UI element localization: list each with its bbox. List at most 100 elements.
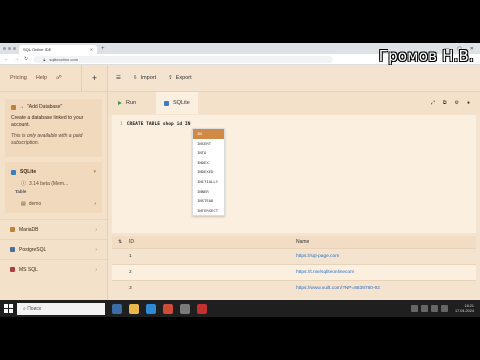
sort-icon[interactable]: ⇅ (112, 239, 124, 245)
mariadb-icon (10, 227, 15, 232)
mssql-icon (10, 267, 15, 272)
back-icon[interactable]: ← (4, 56, 9, 62)
reload-icon[interactable]: ↻ (24, 56, 28, 62)
autocomplete-item[interactable]: INDEX (193, 158, 224, 168)
editor-actions: ⤢ ⧉ ⚙ ● (431, 100, 480, 106)
table-name: demo (28, 200, 42, 207)
cell-id: 3 (129, 286, 132, 291)
settings-icon[interactable]: ⚙ (454, 100, 458, 106)
sidebar-item-label: MariaDB (19, 226, 39, 233)
column-id[interactable]: ID (124, 239, 296, 245)
code-line[interactable]: 1 CREATE TABLE shop id IN (120, 122, 190, 127)
export-button[interactable]: ⇪ Export (168, 75, 192, 81)
url-text: sqliteonline.com (49, 56, 79, 62)
chevron-right-icon: › (95, 226, 97, 233)
nav-help[interactable]: Help (36, 75, 47, 81)
chevron-down-icon[interactable]: ▾ (93, 169, 96, 175)
chat-icon[interactable]: ☍ (56, 75, 62, 81)
sqlite-icon (164, 100, 169, 106)
taskbar-search-label: Поиск (27, 305, 42, 312)
autocomplete-item[interactable]: INTO (193, 148, 224, 158)
cell-name[interactable]: https://sql-page.com (296, 254, 476, 259)
export-icon: ⇪ (168, 75, 173, 81)
add-database-link[interactable]: "Add Database" (27, 104, 62, 111)
arrow-icon: → (19, 104, 24, 110)
tab-sqlite[interactable]: SQLite (156, 92, 198, 114)
add-button[interactable]: + (81, 64, 107, 92)
info-icon: ⓘ (21, 181, 27, 187)
sqlite-header[interactable]: SQLite ▾ (11, 166, 96, 178)
table-section-label: Table (15, 189, 27, 194)
edge-icon[interactable] (146, 303, 156, 314)
task-view-icon[interactable] (112, 303, 122, 314)
sidebar-item-mssql[interactable]: MS SQL › (0, 259, 107, 279)
add-database-description: Create a database linked to your account… (11, 115, 84, 128)
app-icon[interactable] (180, 303, 190, 314)
cell-name[interactable]: https://www.vuilt.com/?NP=8839760-92 (296, 286, 476, 291)
sql-editor[interactable]: 1 CREATE TABLE shop id IN IN INSERT INTO … (112, 115, 476, 233)
expand-icon[interactable]: ⤢ (431, 100, 435, 106)
code-text: CREATE TABLE shop id IN (126, 122, 191, 127)
volume-icon[interactable] (420, 305, 428, 312)
import-icon: ⇩ (132, 75, 138, 81)
menu-icon[interactable]: ☰ (116, 75, 121, 81)
start-button[interactable] (4, 304, 13, 313)
network-icon[interactable] (410, 305, 418, 312)
chrome-icon[interactable] (163, 303, 173, 314)
sidebar-item-label: MS SQL (19, 266, 38, 273)
table-row[interactable]: 2 https://t.me/sqliteonlinecom (112, 264, 476, 280)
file-explorer-icon[interactable] (129, 303, 139, 314)
watermark: Громов Н.В. (378, 47, 474, 65)
taskbar-search[interactable]: ⌕ Поиск (17, 302, 105, 315)
stop-icon[interactable]: ● (467, 100, 470, 106)
results-header: ⇅ ID Name (112, 236, 476, 248)
autocomplete-item[interactable]: INSTEAD (193, 196, 224, 206)
autocomplete-item[interactable]: INTERSECT (193, 206, 224, 216)
lock-icon: 🔒︎ (43, 56, 46, 62)
table-item-demo[interactable]: ▤ demo › (11, 198, 96, 209)
clock-date: 17.04.2024 (454, 308, 474, 313)
language-icon[interactable] (440, 305, 448, 312)
forward-icon[interactable]: → (14, 56, 19, 62)
sidebar-item-mariadb[interactable]: MariaDB › (0, 219, 107, 239)
sidebar-item-label: PostgreSQL (19, 246, 47, 253)
sqlite-icon (11, 169, 16, 175)
system-tray: 18:21 17.04.2024 (410, 304, 480, 314)
chevron-right-icon: › (95, 266, 97, 273)
new-tab-button[interactable]: + (101, 46, 105, 52)
copy-icon[interactable]: ⧉ (443, 100, 447, 106)
import-button[interactable]: ⇩ Import (133, 75, 156, 81)
autocomplete-item[interactable]: INDEXED (193, 167, 224, 177)
autocomplete-item[interactable]: INITIALLY (193, 177, 224, 187)
sqlite-version[interactable]: ⓘ 3.14 beta (Mem... (11, 178, 96, 189)
taskbar: ⌕ Поиск 18:21 17.04.2024 (0, 300, 480, 317)
chevron-right-icon[interactable]: › (94, 201, 96, 207)
recorder-icon[interactable] (197, 303, 207, 314)
table-row[interactable]: 1 https://sql-page.com (112, 248, 476, 264)
table-row[interactable]: 3 https://www.vuilt.com/?NP=8839760-92 (112, 280, 476, 296)
tab-sqlite-label: SQLite (173, 100, 190, 106)
play-icon (118, 101, 122, 105)
clock[interactable]: 18:21 17.04.2024 (455, 304, 474, 314)
battery-icon[interactable] (430, 305, 438, 312)
sidebar-item-postgresql[interactable]: PostgreSQL › (0, 239, 107, 259)
nav-pricing[interactable]: Pricing (10, 75, 27, 81)
run-button[interactable]: Run (118, 100, 150, 106)
sidebar: Pricing Help ☍ + → "Add Database" Create… (0, 64, 108, 317)
autocomplete-item[interactable]: IN (193, 129, 224, 139)
autocomplete-item[interactable]: INSERT (193, 139, 224, 149)
sqlite-version-text: 3.14 beta (Mem... (29, 180, 69, 187)
cell-name[interactable]: https://t.me/sqliteonlinecom (296, 270, 476, 275)
autocomplete-item[interactable]: INNER (193, 187, 224, 197)
column-name[interactable]: Name (296, 239, 476, 245)
close-tab-icon[interactable]: ✕ (90, 47, 93, 52)
url-field[interactable]: 🔒︎ sqliteonline.com (33, 55, 334, 63)
run-label: Run (126, 100, 137, 106)
browser-tab[interactable]: SQL Online IDE ✕ (19, 45, 97, 54)
import-label: Import (140, 75, 157, 81)
add-database-note: This is only available with a paid subsc… (11, 133, 83, 146)
line-number: 1 (120, 122, 123, 127)
sidebar-top-nav: Pricing Help ☍ + (0, 64, 107, 92)
editor-tabs: Run SQLite ⤢ ⧉ ⚙ ● (108, 92, 480, 114)
window-dots (0, 47, 19, 50)
